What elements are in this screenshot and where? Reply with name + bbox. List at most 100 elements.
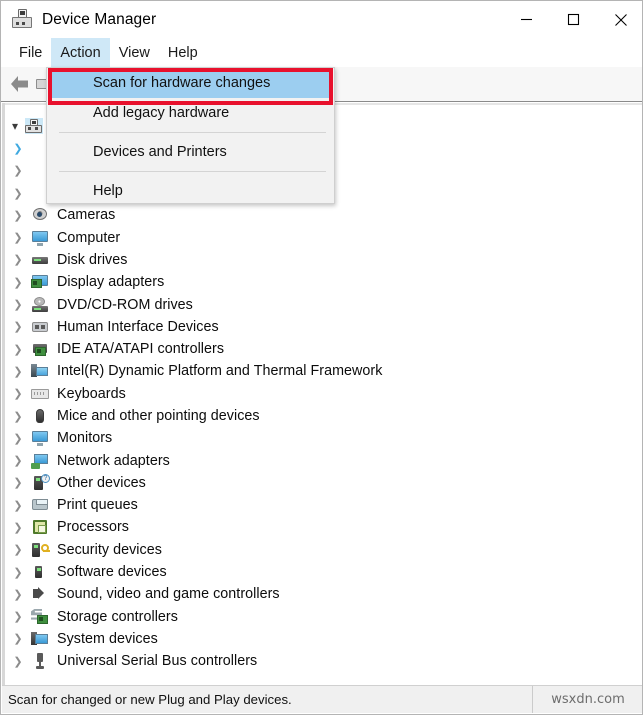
tree-item-sound-controllers[interactable]: ❯ Sound, video and game controllers bbox=[5, 583, 642, 605]
chevron-right-icon[interactable]: ❯ bbox=[5, 253, 31, 266]
disk-drive-icon bbox=[31, 252, 49, 268]
tree-item-dvd-drives[interactable]: ❯ DVD/CD-ROM drives bbox=[5, 293, 642, 315]
tree-item-label: Security devices bbox=[57, 541, 162, 558]
chevron-right-icon[interactable]: ❯ bbox=[5, 632, 31, 645]
device-manager-window: Device Manager File Action View Help ▾ ❯… bbox=[0, 0, 643, 715]
tree-item-intel-platform[interactable]: ❯ Intel(R) Dynamic Platform and Thermal … bbox=[5, 360, 642, 382]
chevron-right-icon[interactable]: ❯ bbox=[5, 655, 31, 668]
chevron-right-icon[interactable]: ❯ bbox=[5, 432, 31, 445]
tree-item-hid[interactable]: ❯ Human Interface Devices bbox=[5, 316, 642, 338]
tree-item-cameras[interactable]: ❯ Cameras bbox=[5, 204, 642, 226]
chevron-right-icon[interactable]: ❯ bbox=[5, 476, 31, 489]
menu-item-help[interactable]: Help bbox=[47, 176, 334, 206]
minimize-icon[interactable] bbox=[503, 1, 550, 38]
sound-controller-icon bbox=[31, 586, 49, 602]
tree-item-label: Software devices bbox=[57, 564, 167, 581]
tree-item-system-devices[interactable]: ❯ System devices bbox=[5, 628, 642, 650]
monitor-icon bbox=[31, 430, 49, 447]
window-controls bbox=[503, 1, 642, 38]
menu-bar: File Action View Help bbox=[1, 38, 642, 67]
menu-separator bbox=[59, 132, 326, 133]
tree-item-ide-controllers[interactable]: ❯ IDE ATA/ATAPI controllers bbox=[5, 338, 642, 360]
status-message: Scan for changed or new Plug and Play de… bbox=[2, 686, 533, 713]
menu-item-devices-and-printers[interactable]: Devices and Printers bbox=[47, 137, 334, 167]
tree-item-software-devices[interactable]: ❯ Software devices bbox=[5, 561, 642, 583]
back-arrow-icon[interactable] bbox=[9, 74, 31, 94]
menu-separator bbox=[59, 171, 326, 172]
hid-icon bbox=[31, 319, 49, 335]
tree-item-label: System devices bbox=[57, 630, 158, 647]
tree-item-network-adapters[interactable]: ❯ Network adapters bbox=[5, 449, 642, 471]
chevron-down-icon[interactable]: ▾ bbox=[5, 119, 25, 133]
chevron-right-icon[interactable]: ❯ bbox=[5, 521, 31, 534]
menu-file[interactable]: File bbox=[10, 38, 51, 67]
maximize-icon[interactable] bbox=[550, 1, 597, 38]
tree-item-label: Print queues bbox=[57, 497, 138, 514]
printer-icon bbox=[31, 497, 49, 513]
tree-item-label: Intel(R) Dynamic Platform and Thermal Fr… bbox=[57, 363, 383, 380]
action-dropdown-menu[interactable]: Scan for hardware changes Add legacy har… bbox=[46, 67, 335, 204]
display-adapter-icon bbox=[31, 274, 49, 290]
chevron-right-icon[interactable]: ❯ bbox=[5, 187, 31, 200]
chevron-right-icon[interactable]: ❯ bbox=[5, 365, 31, 378]
status-bar: Scan for changed or new Plug and Play de… bbox=[2, 685, 642, 713]
ide-controller-icon bbox=[31, 341, 49, 357]
tree-item-label: Sound, video and game controllers bbox=[57, 586, 280, 603]
menu-view[interactable]: View bbox=[110, 38, 159, 67]
chevron-right-icon[interactable]: ❯ bbox=[5, 387, 31, 400]
tree-item-display-adapters[interactable]: ❯ Display adapters bbox=[5, 271, 642, 293]
tree-item-label: IDE ATA/ATAPI controllers bbox=[57, 341, 225, 358]
tree-item-mice[interactable]: ❯ Mice and other pointing devices bbox=[5, 405, 642, 427]
tree-item-disk-drives[interactable]: ❯ Disk drives bbox=[5, 249, 642, 271]
chevron-right-icon[interactable]: ❯ bbox=[5, 298, 31, 311]
title-bar: Device Manager bbox=[1, 1, 642, 38]
tree-item-label: Storage controllers bbox=[57, 608, 178, 625]
window-title: Device Manager bbox=[42, 10, 157, 28]
computer-root-icon bbox=[25, 118, 43, 135]
watermark: wsxdn.com bbox=[551, 692, 625, 707]
tree-item-storage-controllers[interactable]: ❯ Storage controllers bbox=[5, 606, 642, 628]
chevron-right-icon[interactable]: ❯ bbox=[5, 231, 31, 244]
processor-icon bbox=[31, 519, 49, 535]
chevron-right-icon[interactable]: ❯ bbox=[5, 276, 31, 289]
chevron-right-icon[interactable]: ❯ bbox=[5, 566, 31, 579]
tree-item-usb-controllers[interactable]: ❯ Universal Serial Bus controllers bbox=[5, 650, 642, 672]
chevron-right-icon[interactable]: ❯ bbox=[5, 588, 31, 601]
tree-item-label: Display adapters bbox=[57, 274, 165, 291]
keyboard-icon bbox=[31, 386, 49, 402]
chevron-right-icon[interactable]: ❯ bbox=[5, 410, 31, 423]
menu-item-add-legacy-hardware[interactable]: Add legacy hardware bbox=[47, 98, 334, 128]
tree-item-security-devices[interactable]: ❯ Security devices bbox=[5, 539, 642, 561]
security-device-icon bbox=[31, 542, 50, 558]
tree-item-processors[interactable]: ❯ Processors bbox=[5, 516, 642, 538]
menu-help[interactable]: Help bbox=[159, 38, 207, 67]
chevron-right-icon[interactable]: ❯ bbox=[5, 610, 31, 623]
intel-platform-icon bbox=[31, 363, 49, 379]
chevron-right-icon[interactable]: ❯ bbox=[5, 320, 31, 333]
chevron-right-icon[interactable]: ❯ bbox=[5, 499, 31, 512]
tree-item-keyboards[interactable]: ❯ Keyboards bbox=[5, 383, 642, 405]
tree-item-computer[interactable]: ❯ Computer bbox=[5, 226, 642, 248]
chevron-right-icon[interactable]: ❯ bbox=[5, 142, 31, 155]
device-manager-icon bbox=[11, 8, 33, 31]
menu-item-scan-for-hardware-changes[interactable]: Scan for hardware changes bbox=[52, 68, 329, 98]
tree-item-label: Universal Serial Bus controllers bbox=[57, 653, 258, 670]
tree-item-label: Human Interface Devices bbox=[57, 318, 219, 335]
tree-item-label: DVD/CD-ROM drives bbox=[57, 296, 193, 313]
close-icon[interactable] bbox=[597, 1, 642, 38]
tree-item-monitors[interactable]: ❯ Monitors bbox=[5, 427, 642, 449]
tree-item-label: Disk drives bbox=[57, 251, 128, 268]
tree-item-label: Other devices bbox=[57, 474, 146, 491]
tree-item-other-devices[interactable]: ❯ ? Other devices bbox=[5, 472, 642, 494]
tree-item-label: Network adapters bbox=[57, 452, 170, 469]
chevron-right-icon[interactable]: ❯ bbox=[5, 543, 31, 556]
usb-controller-icon bbox=[31, 653, 49, 670]
chevron-right-icon[interactable]: ❯ bbox=[5, 164, 31, 177]
menu-action[interactable]: Action bbox=[51, 38, 110, 67]
tree-item-print-queues[interactable]: ❯ Print queues bbox=[5, 494, 642, 516]
chevron-right-icon[interactable]: ❯ bbox=[5, 454, 31, 467]
tree-item-label: Mice and other pointing devices bbox=[57, 408, 260, 424]
chevron-right-icon[interactable]: ❯ bbox=[5, 343, 31, 356]
tree-item-label: Computer bbox=[57, 229, 121, 246]
chevron-right-icon[interactable]: ❯ bbox=[5, 209, 31, 222]
